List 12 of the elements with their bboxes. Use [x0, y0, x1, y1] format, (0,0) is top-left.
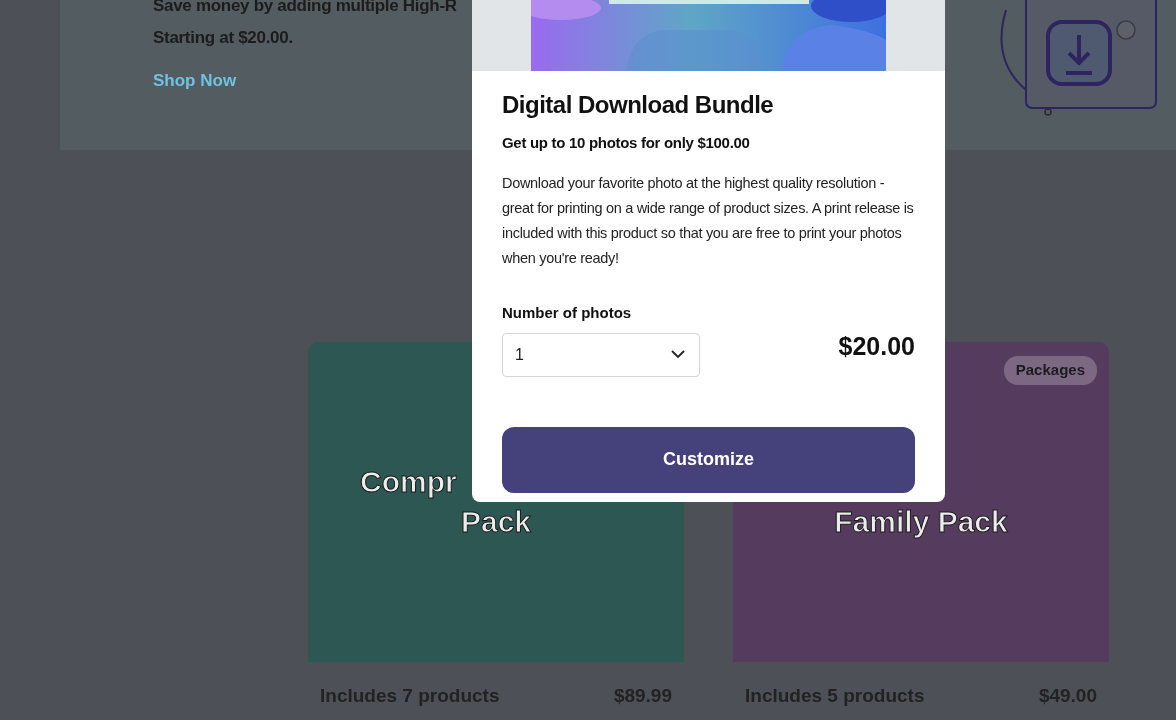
- field-label: Number of photos: [502, 303, 633, 324]
- number-select[interactable]: 1: [502, 332, 700, 377]
- chevron-down-icon: [671, 350, 685, 360]
- dialog-title: Digital Download Bundle: [502, 91, 775, 120]
- package-title: Family Pack: [833, 504, 1009, 540]
- package-title: Compr: [360, 464, 458, 500]
- promo-text: Starting at $20.00.: [153, 27, 294, 49]
- description-text: Download your favorite photo at the highest quality resolution - great for printing on a wide range of product sizes. A print release is included with this product so that you are free to print your photos when you're ready!: [502, 174, 915, 269]
- category-tag: Packages: [1003, 356, 1097, 385]
- offer-text: Get up to 10 photos for only $100.00: [502, 132, 751, 153]
- customize-button[interactable]: Customize: [502, 426, 915, 493]
- package-title: Pack: [459, 504, 533, 540]
